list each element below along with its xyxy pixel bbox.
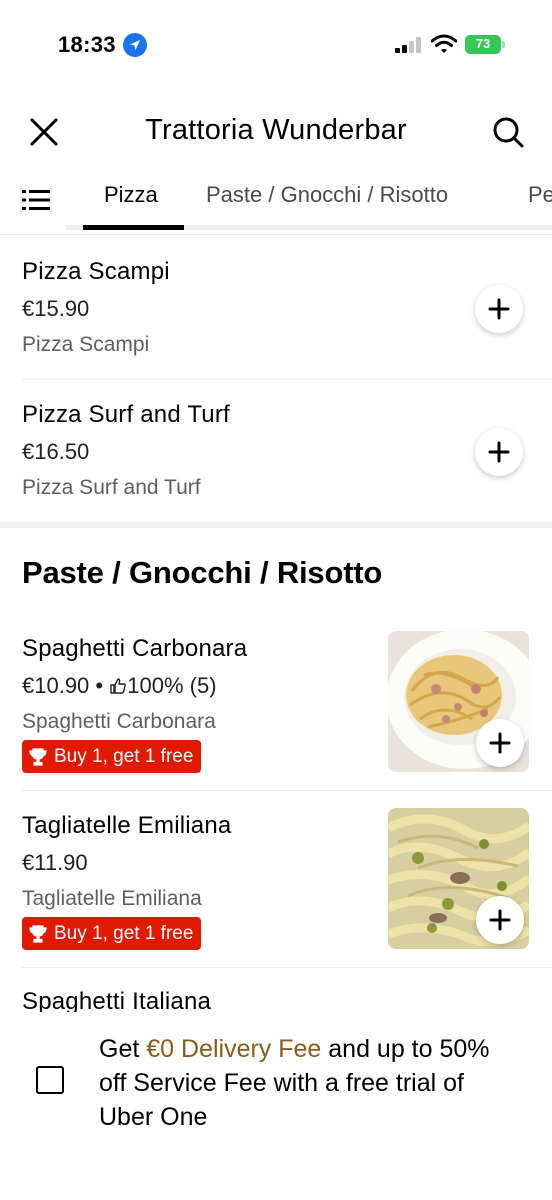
promo-badge: Buy 1, get 1 free [22,917,202,950]
promo-label: Buy 1, get 1 free [54,745,194,767]
item-description: Pizza Surf and Turf [22,476,201,499]
menu-item-spaghetti-italiana[interactable]: Spaghetti Italiana [0,972,552,1015]
section-title: Paste / Gnocchi / Risotto [22,555,383,590]
tab-next-category[interactable]: Pe [528,182,552,208]
store-header: Trattoria Wunderbar [0,100,552,164]
trophy-icon [29,747,47,766]
menu-item-spaghetti-carbonara[interactable]: Spaghetti Carbonara €10.90 • 100% (5) Sp… [0,618,552,791]
item-price: €15.90 [22,296,90,321]
promo-badge: Buy 1, get 1 free [22,740,202,773]
uber-one-promo-banner: Get €0 Delivery Fee and up to 50% off Se… [0,1012,552,1200]
item-name: Pizza Scampi [22,258,170,285]
item-name: Tagliatelle Emiliana [22,812,232,839]
plus-icon [489,732,511,754]
battery-level: 73 [475,36,491,51]
search-icon [493,117,524,148]
separator-dot: • [95,673,104,698]
menu-item-pizza-surf-and-turf[interactable]: Pizza Surf and Turf €16.50 Pizza Surf an… [0,381,552,521]
item-description: Pizza Scampi [22,333,150,356]
list-menu-icon [22,190,50,210]
item-price: €11.90 [22,850,88,875]
plus-icon [489,909,511,931]
status-time: 18:33 [58,32,116,57]
promo-text: Get €0 Delivery Fee and up to 50% off Se… [99,1032,519,1134]
promo-text-prefix: Get [99,1035,147,1063]
category-tabs: Pizza Paste / Gnocchi / Risotto Pe [0,166,552,235]
item-price: €10.90 [22,673,90,698]
item-name: Pizza Surf and Turf [22,401,230,428]
item-rating: 100% (5) [127,673,217,698]
menu-list-button[interactable] [22,188,50,212]
plus-icon [488,298,510,320]
item-description: Tagliatelle Emiliana [22,887,202,910]
menu-item-tagliatelle-emiliana[interactable]: Tagliatelle Emiliana €11.90 Tagliatelle … [0,795,552,968]
item-price: €16.50 [22,439,90,464]
divider [22,790,552,791]
add-button[interactable] [476,896,524,944]
divider [22,379,552,380]
tab-pizza[interactable]: Pizza [104,182,158,208]
battery-icon: 73 [465,35,505,54]
page-title: Trattoria Wunderbar [145,114,407,146]
section-separator [0,522,552,528]
active-tab-indicator [83,225,184,230]
trophy-icon [29,924,47,943]
wifi-icon [430,34,458,59]
item-price-rating: €10.90 • 100% (5) [22,673,217,699]
plus-icon [488,441,510,463]
promo-label: Buy 1, get 1 free [54,922,194,944]
status-bar: 18:33 73 [0,0,552,90]
search-button[interactable] [490,114,526,150]
location-arrow-icon [123,33,147,57]
divider [22,967,552,968]
promo-checkbox[interactable] [36,1066,64,1094]
add-button[interactable] [475,285,523,333]
divider [0,234,552,235]
tab-paste-gnocchi-risotto[interactable]: Paste / Gnocchi / Risotto [206,182,448,208]
add-button[interactable] [476,719,524,767]
item-name: Spaghetti Carbonara [22,635,248,662]
cellular-signal-icon [395,37,423,53]
add-button[interactable] [475,428,523,476]
menu-item-pizza-scampi[interactable]: Pizza Scampi €15.90 Pizza Scampi [0,238,552,380]
item-description: Spaghetti Carbonara [22,710,216,733]
thumbs-up-icon [110,678,127,694]
promo-highlight: €0 Delivery Fee [146,1035,322,1063]
